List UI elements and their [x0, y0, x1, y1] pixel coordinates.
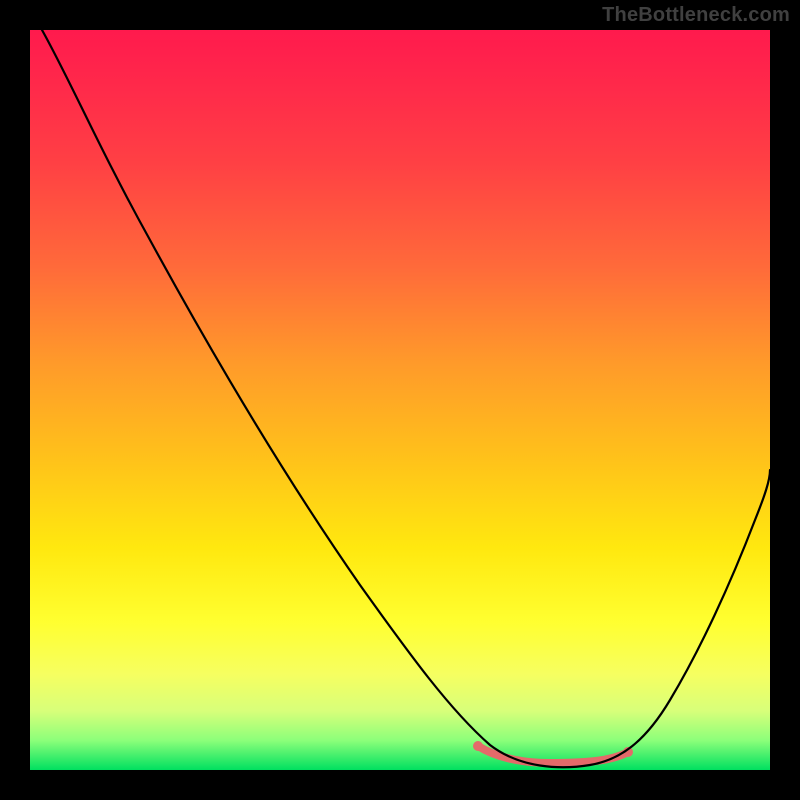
watermark-text: TheBottleneck.com	[602, 4, 790, 27]
curve-svg	[30, 30, 770, 770]
bottleneck-curve	[42, 30, 770, 767]
chart-stage: TheBottleneck.com	[0, 0, 800, 800]
optimal-band-start-dot	[473, 741, 483, 751]
plot-area	[30, 30, 770, 770]
